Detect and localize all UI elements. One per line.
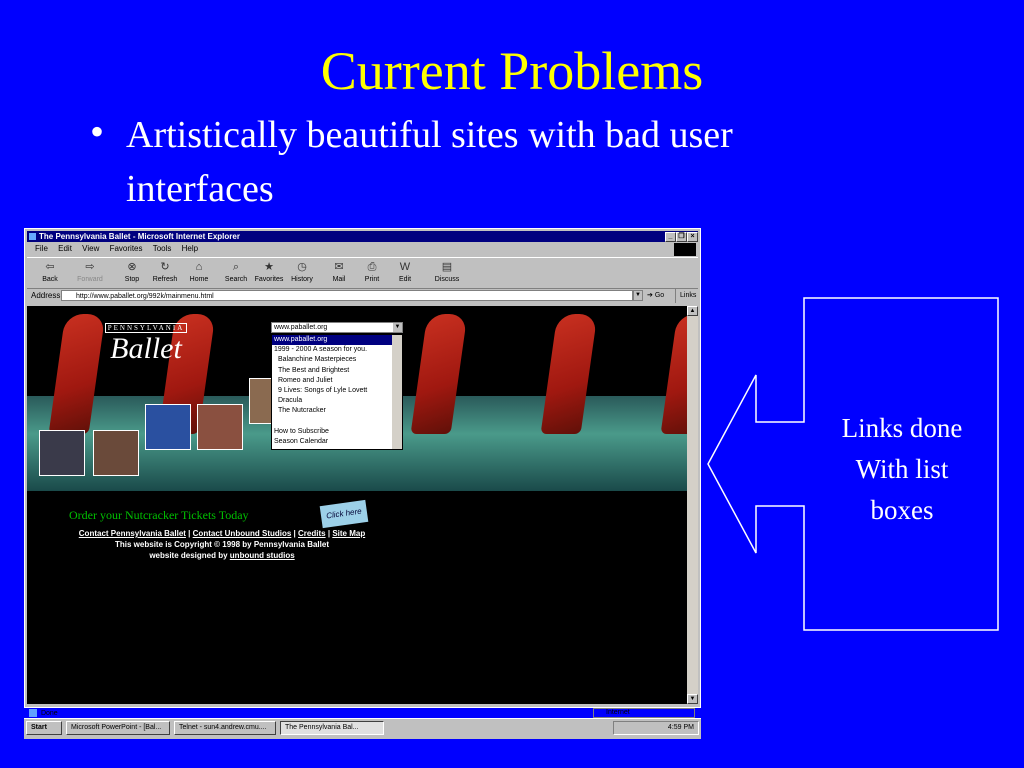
taskbar-item-browser[interactable]: The Pennsylvania Bal... <box>280 721 384 735</box>
print-button[interactable]: ⎙ Print <box>355 261 389 283</box>
favorites-icon: ★ <box>264 261 274 273</box>
menu-favorites[interactable]: Favorites <box>110 244 143 253</box>
address-bar: Address http://www.paballet.org/992k/mai… <box>27 289 698 303</box>
site-select[interactable]: www.paballet.org ▼ <box>271 322 403 333</box>
back-button[interactable]: ⇦ Back <box>33 261 67 283</box>
taskbar: Start Microsoft PowerPoint - [Bal... Tel… <box>24 718 701 739</box>
list-item[interactable]: Dracula <box>272 396 402 406</box>
list-item[interactable] <box>272 417 402 427</box>
list-item[interactable]: The Best and Brightest <box>272 366 402 376</box>
toolbar: ⇦ Back ⇨ Forward ⊗ Stop ↻ Refresh ⌂ Home ⌕ Sea… <box>27 257 698 289</box>
address-label: Address <box>31 291 61 300</box>
print-icon: ⎙ <box>367 261 377 273</box>
links-button[interactable]: Links <box>675 289 696 303</box>
window-title: The Pennsylvania Ballet - Microsoft Inte… <box>39 232 240 241</box>
click-here-button[interactable]: Click here <box>319 499 369 529</box>
chevron-down-icon[interactable]: ▼ <box>393 323 402 332</box>
contact-unbound-link[interactable]: Contact Unbound Studios <box>193 529 292 538</box>
scroll-up-arrow[interactable]: ▲ <box>687 306 698 316</box>
list-item[interactable]: www.paballet.org <box>272 335 402 346</box>
discuss-icon: ▤ <box>441 261 453 273</box>
forward-icon: ⇨ <box>85 261 95 273</box>
logo-big-text: Ballet <box>110 332 182 365</box>
browser-window: The Pennsylvania Ballet - Microsoft Inte… <box>24 228 701 718</box>
listbox-scrollbar[interactable] <box>392 335 402 449</box>
search-button[interactable]: ⌕ Search <box>219 261 253 283</box>
page-icon <box>29 709 37 718</box>
unbound-studios-link[interactable]: unbound studios <box>230 551 295 560</box>
start-button[interactable]: Start <box>26 721 62 735</box>
security-zone: Internet <box>593 708 695 718</box>
menu-view[interactable]: View <box>82 244 99 253</box>
pennsylvania-ballet-logo[interactable]: PENNSYLVANIA Ballet <box>105 323 187 365</box>
forward-button[interactable]: ⇨ Forward <box>73 261 107 283</box>
word-edit-icon: W <box>399 261 411 273</box>
menu-help[interactable]: Help <box>182 244 198 253</box>
taskbar-item-powerpoint[interactable]: Microsoft PowerPoint - [Bal... <box>66 721 170 735</box>
thumbnail-link[interactable] <box>197 404 243 450</box>
menu-tools[interactable]: Tools <box>153 244 172 253</box>
page-content: PENNSYLVANIA Ballet www.paballet.org ▼ w… <box>27 306 687 704</box>
refresh-button[interactable]: ↻ Refresh <box>148 261 182 283</box>
status-text: Done <box>40 710 58 717</box>
go-button[interactable]: ➔ Go <box>647 289 664 303</box>
clock[interactable]: 4:59 PM <box>668 724 694 731</box>
list-item[interactable]: Balanchine Masterpieces <box>272 355 402 365</box>
stop-icon: ⊗ <box>127 261 137 273</box>
close-button[interactable]: × <box>687 232 698 242</box>
mail-button[interactable]: ✉ Mail <box>322 261 356 283</box>
edit-button[interactable]: W Edit <box>388 261 422 283</box>
thumbnail-link[interactable] <box>93 430 139 476</box>
maximize-button[interactable]: ❐ <box>676 232 687 242</box>
list-item[interactable]: The Nutcracker <box>272 406 402 416</box>
history-button[interactable]: ◷ History <box>285 261 319 283</box>
home-button[interactable]: ⌂ Home <box>182 261 216 283</box>
system-tray: 4:59 PM <box>613 721 699 735</box>
scroll-down-arrow[interactable]: ▼ <box>687 694 698 704</box>
list-item[interactable]: 1999 - 2000 A season for you. <box>272 345 402 355</box>
menu-bar: File Edit View Favorites Tools Help <box>27 243 698 255</box>
back-icon: ⇦ <box>45 261 55 273</box>
site-listbox[interactable]: www.paballet.org 1999 - 2000 A season fo… <box>271 334 403 450</box>
taskbar-item-telnet[interactable]: Telnet - sun4.andrew.cmu.... <box>174 721 276 735</box>
ie-icon <box>29 233 36 240</box>
windows-logo-icon <box>674 243 696 256</box>
search-icon: ⌕ <box>232 261 240 273</box>
page-scrollbar[interactable]: ▲ ▼ <box>687 306 698 704</box>
bullet-marker: • <box>90 109 105 154</box>
contact-ballet-link[interactable]: Contact Pennsylvania Ballet <box>79 529 186 538</box>
footer-links: Contact Pennsylvania Ballet | Contact Un… <box>78 529 366 538</box>
list-item[interactable]: How to Subscribe <box>272 427 402 437</box>
favorites-button[interactable]: ★ Favorites <box>252 261 286 283</box>
menu-edit[interactable]: Edit <box>58 244 72 253</box>
menu-file[interactable]: File <box>35 244 48 253</box>
copyright-text: This website is Copyright © 1998 by Penn… <box>115 540 329 549</box>
stop-button[interactable]: ⊗ Stop <box>115 261 149 283</box>
address-dropdown-button[interactable]: ▼ <box>633 290 643 301</box>
minimize-button[interactable]: _ <box>665 232 676 242</box>
home-icon: ⌂ <box>195 261 203 273</box>
callout-text: Links done With list boxes <box>841 413 963 525</box>
discuss-button[interactable]: ▤ Discuss <box>430 261 464 283</box>
thumbnail-link[interactable] <box>39 430 85 476</box>
designed-by-line: website designed by unbound studios <box>149 551 295 560</box>
dancer-image <box>660 314 687 434</box>
bullet-text: Artistically beautiful sites with bad us… <box>126 114 733 210</box>
refresh-icon: ↻ <box>160 261 170 273</box>
history-icon: ◷ <box>297 261 307 273</box>
list-item[interactable]: Romeo and Juliet <box>272 376 402 386</box>
order-tickets-text[interactable]: Order your Nutcracker Tickets Today <box>69 508 249 523</box>
address-input[interactable]: http://www.paballet.org/992k/mainmenu.ht… <box>61 290 633 301</box>
slide-title: Current Problems <box>320 41 704 101</box>
list-item[interactable]: Season Calendar <box>272 437 402 447</box>
site-map-link[interactable]: Site Map <box>332 529 365 538</box>
mail-icon: ✉ <box>334 261 344 273</box>
thumbnail-link[interactable] <box>249 378 273 424</box>
credits-link[interactable]: Credits <box>298 529 326 538</box>
list-item[interactable]: 9 Lives: Songs of Lyle Lovett <box>272 386 402 396</box>
browser-titlebar: The Pennsylvania Ballet - Microsoft Inte… <box>27 231 698 242</box>
thumbnail-link[interactable] <box>145 404 191 450</box>
